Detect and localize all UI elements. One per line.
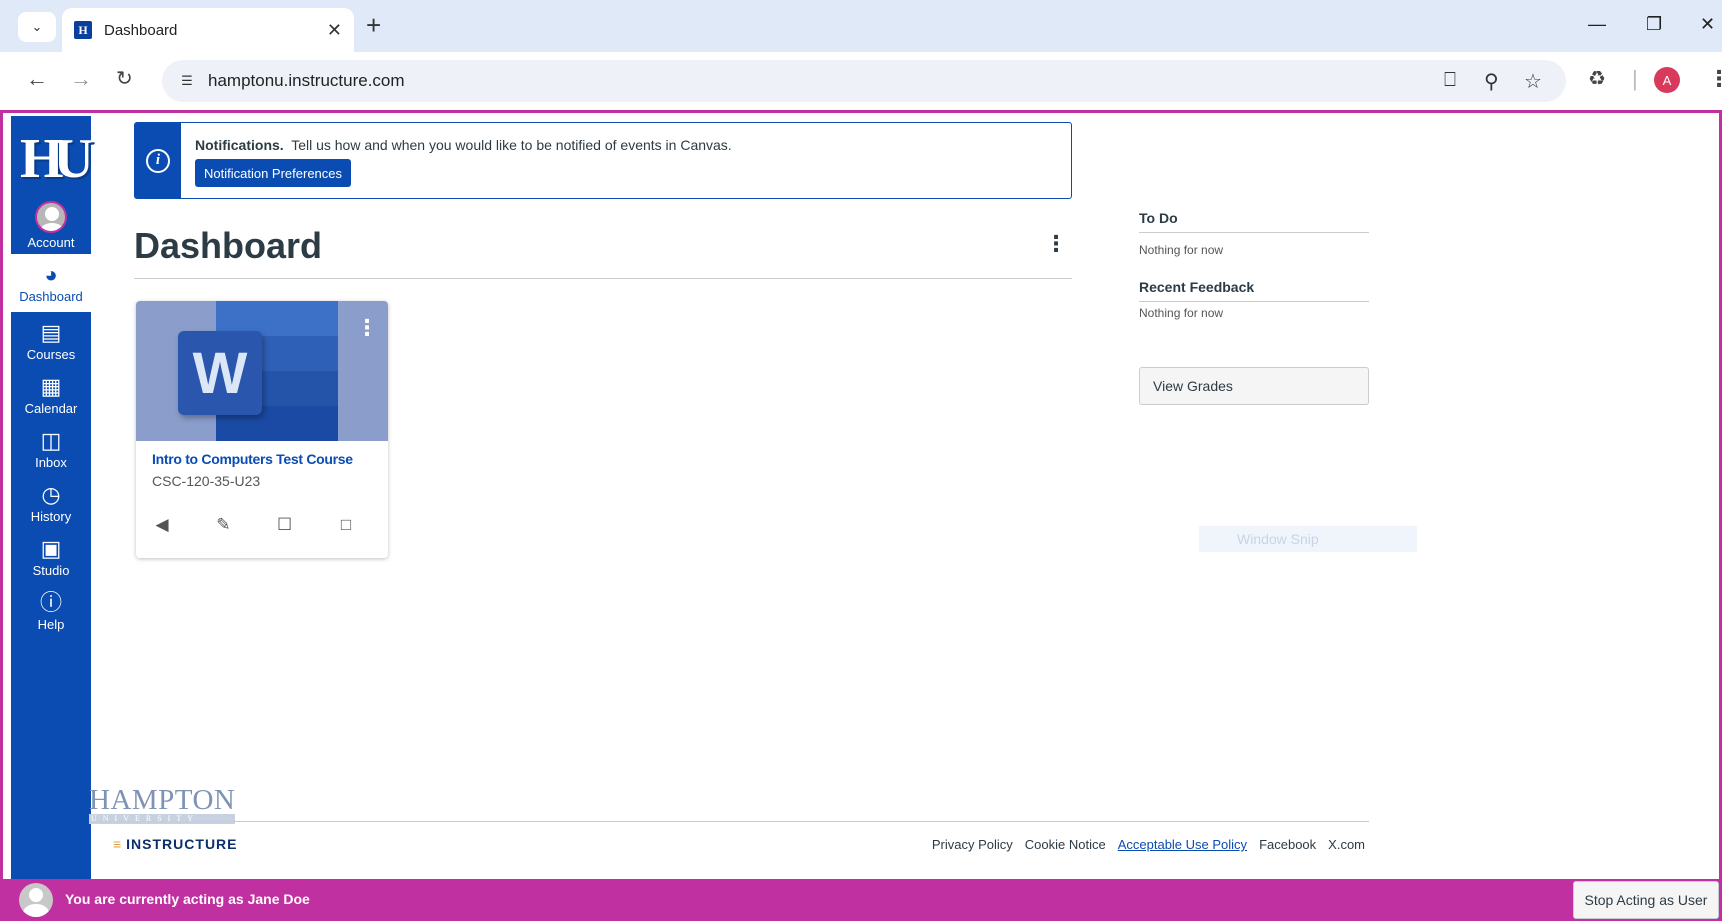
- assignments-edit-icon[interactable]: ✎: [211, 515, 235, 535]
- hampton-favicon-icon: H: [74, 21, 92, 39]
- forward-arrow-icon[interactable]: →: [70, 66, 92, 92]
- nav-label: Inbox: [35, 454, 67, 470]
- profile-avatar[interactable]: A: [1654, 67, 1680, 93]
- view-grades-button[interactable]: View Grades: [1139, 367, 1369, 405]
- announcements-megaphone-icon[interactable]: ◀: [150, 515, 174, 535]
- tab-search-menu-button[interactable]: ⌄: [18, 12, 56, 42]
- global-nav-account[interactable]: Account: [11, 196, 91, 254]
- nav-label: Dashboard: [19, 288, 83, 304]
- courses-book-icon: ▤: [40, 319, 62, 345]
- browser-tab-bar: ⌄ H Dashboard ✕ + — ❐ ✕: [0, 0, 1722, 52]
- close-window-button[interactable]: ✕: [1700, 14, 1715, 35]
- install-app-icon[interactable]: ⎕: [1444, 69, 1456, 92]
- privacy-policy-link[interactable]: Privacy Policy: [932, 837, 1013, 852]
- notification-text: Notifications. Tell us how and when you …: [195, 137, 732, 153]
- url-text: hamptonu.instructure.com: [208, 71, 405, 90]
- notification-banner: i Notifications. Tell us how and when yo…: [134, 122, 1072, 199]
- help-question-icon: ⓘ: [39, 589, 62, 615]
- instructure-logo[interactable]: ≡ INSTRUCTURE: [113, 836, 238, 852]
- todo-heading: To Do: [1139, 210, 1178, 226]
- browser-toolbar: ← → ↻ ☰ hamptonu.instructure.com ⎕ ⚲ ☆ ♻…: [0, 52, 1722, 110]
- notification-preferences-button[interactable]: Notification Preferences: [195, 159, 352, 187]
- extensions-icon[interactable]: ♻: [1588, 66, 1606, 91]
- todo-divider: [1139, 232, 1369, 233]
- minimize-window-button[interactable]: —: [1588, 14, 1606, 35]
- new-tab-button[interactable]: +: [366, 10, 381, 41]
- notification-side: i: [135, 123, 181, 198]
- feedback-divider: [1139, 301, 1369, 302]
- files-folder-icon[interactable]: □: [334, 515, 358, 535]
- restore-window-button[interactable]: ❐: [1646, 14, 1662, 35]
- browser-tab-dashboard[interactable]: H Dashboard ✕: [62, 8, 354, 52]
- reload-icon[interactable]: ↻: [116, 66, 133, 91]
- notification-heading: Notifications.: [195, 137, 284, 153]
- calendar-icon: ▦: [40, 373, 62, 399]
- dashboard-options-kebab-icon[interactable]: ⋮: [1045, 231, 1067, 257]
- bookmark-star-icon[interactable]: ☆: [1524, 69, 1542, 94]
- global-nav-help[interactable]: ⓘ Help: [11, 582, 91, 640]
- todo-empty-text: Nothing for now: [1139, 243, 1224, 257]
- chevron-down-icon: ⌄: [31, 19, 43, 34]
- notification-message: Tell us how and when you would like to b…: [291, 137, 732, 153]
- masquerade-bar: You are currently acting as Jane Doe Sto…: [3, 879, 1719, 921]
- x-com-link[interactable]: X.com: [1328, 837, 1365, 852]
- course-card-actions: ◀ ✎ ☐ □: [150, 515, 374, 535]
- footer-links: Privacy Policy Cookie Notice Acceptable …: [932, 837, 1365, 852]
- close-tab-icon[interactable]: ✕: [327, 20, 342, 41]
- nav-label: History: [30, 508, 72, 524]
- global-nav-inbox[interactable]: ◫ Inbox: [11, 420, 91, 478]
- global-nav-courses[interactable]: ▤ Courses: [11, 312, 91, 370]
- zoom-icon[interactable]: ⚲: [1484, 69, 1499, 94]
- word-logo-icon: W: [178, 331, 262, 415]
- dashboard-gauge-icon: ◕: [44, 261, 58, 287]
- nav-label: Account: [27, 234, 75, 250]
- acceptable-use-policy-link[interactable]: Acceptable Use Policy: [1118, 837, 1247, 852]
- discussions-chat-icon[interactable]: ☐: [273, 515, 297, 535]
- instructure-chevron-icon: ≡: [113, 836, 123, 852]
- global-nav-history[interactable]: ◷ History: [11, 474, 91, 532]
- browser-menu-icon[interactable]: ⋮: [1708, 66, 1722, 92]
- global-nav-calendar[interactable]: ▦ Calendar: [11, 366, 91, 424]
- toolbar-divider: |: [1632, 66, 1638, 91]
- history-clock-icon: ◷: [41, 481, 61, 507]
- global-nav-studio[interactable]: ▣ Studio: [11, 528, 91, 586]
- address-bar[interactable]: ☰ hamptonu.instructure.com ⎕ ⚲ ☆: [162, 60, 1566, 102]
- feedback-empty-text: Nothing for now: [1139, 306, 1224, 320]
- account-avatar-icon: [35, 200, 67, 233]
- back-arrow-icon[interactable]: ←: [26, 66, 48, 92]
- page-title: Dashboard: [134, 225, 323, 266]
- card-options-kebab-icon[interactable]: ⋮: [356, 315, 378, 341]
- tab-title: Dashboard: [104, 21, 178, 39]
- hampton-logo[interactable]: HU: [15, 122, 94, 196]
- cookie-notice-link[interactable]: Cookie Notice: [1025, 837, 1106, 852]
- global-nav-dashboard[interactable]: ◕ Dashboard: [11, 254, 91, 312]
- course-card[interactable]: W ⋮ Intro to Computers Test Course CSC-1…: [136, 301, 388, 558]
- course-card-hero[interactable]: W ⋮: [136, 301, 388, 441]
- studio-screen-icon: ▣: [40, 535, 62, 561]
- info-icon: i: [146, 148, 170, 173]
- hampton-university-wordmark: HAMPTON UNIVERSITY: [89, 784, 236, 824]
- acting-user-avatar: [19, 883, 53, 917]
- site-info-icon[interactable]: ☰: [176, 70, 198, 92]
- header-divider: [134, 278, 1072, 279]
- inbox-icon: ◫: [40, 427, 62, 453]
- nav-label: Courses: [26, 346, 76, 362]
- stop-acting-as-user-button[interactable]: Stop Acting as User: [1573, 881, 1719, 919]
- window-snip-overlay: Window Snip: [1199, 526, 1417, 552]
- facebook-link[interactable]: Facebook: [1259, 837, 1316, 852]
- nav-label: Studio: [32, 562, 70, 578]
- global-navigation: HU Account ◕ Dashboard ▤ Courses ▦ Calen…: [11, 116, 94, 879]
- course-title-link[interactable]: Intro to Computers Test Course: [152, 451, 353, 467]
- footer-divider: [89, 821, 1369, 822]
- recent-feedback-heading: Recent Feedback: [1139, 279, 1255, 295]
- course-code: CSC-120-35-U23: [152, 473, 261, 489]
- acting-as-message: You are currently acting as Jane Doe: [65, 891, 310, 907]
- nav-label: Help: [37, 616, 65, 632]
- canvas-page: HU Account ◕ Dashboard ▤ Courses ▦ Calen…: [0, 110, 1722, 921]
- nav-label: Calendar: [24, 400, 78, 416]
